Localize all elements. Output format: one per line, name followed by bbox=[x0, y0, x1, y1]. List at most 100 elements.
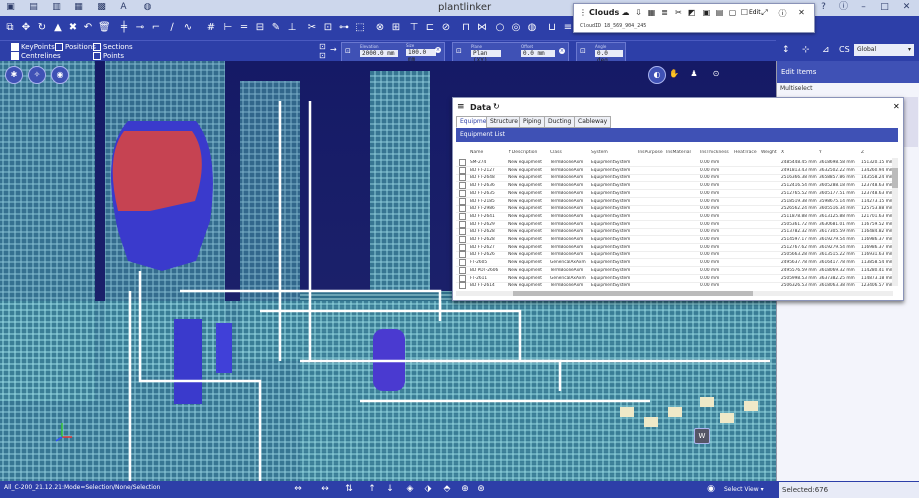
view-mode-icon[interactable]: ✱ bbox=[5, 66, 23, 84]
pipe-icon[interactable]: ═ bbox=[238, 22, 250, 34]
edit-checkbox-icon[interactable]: ☐ bbox=[740, 8, 749, 17]
tab-cableway[interactable]: Cableway bbox=[574, 116, 612, 128]
multiselect-mode[interactable]: Multiselect bbox=[780, 85, 813, 92]
checkbox-keypoints[interactable] bbox=[11, 43, 19, 51]
offset-clear-icon[interactable]: × bbox=[559, 48, 565, 54]
diamond-icon[interactable]: ◈ bbox=[405, 484, 415, 494]
row-checkbox[interactable] bbox=[459, 228, 466, 236]
picture-icon[interactable]: ▢ bbox=[728, 8, 737, 17]
cut-icon[interactable]: ✂ bbox=[306, 22, 318, 34]
checkbox-positions[interactable] bbox=[55, 43, 63, 51]
checkbox-sections[interactable] bbox=[93, 43, 101, 51]
warning-icon[interactable]: ▲ bbox=[52, 22, 64, 34]
col-y[interactable]: Y bbox=[819, 150, 822, 155]
toggle-positions[interactable]: Positions bbox=[55, 43, 96, 51]
row-checkbox[interactable] bbox=[459, 243, 466, 251]
col-z[interactable]: Z bbox=[861, 150, 864, 155]
info-icon[interactable]: ⓘ bbox=[838, 2, 849, 13]
lasso-icon[interactable]: ⊗ bbox=[374, 22, 386, 34]
plane-field[interactable]: ⊡ Plane Plan (XY) Offset 0.0 mm × bbox=[452, 42, 569, 64]
row-checkbox[interactable] bbox=[459, 266, 466, 274]
row-checkbox[interactable] bbox=[459, 182, 466, 190]
row-checkbox[interactable] bbox=[459, 236, 466, 243]
row-checkbox[interactable] bbox=[459, 205, 466, 213]
angle-field[interactable]: ⊡ Angle 0.0 deg bbox=[576, 42, 626, 64]
walk-icon[interactable]: ♟ bbox=[686, 66, 702, 82]
row-checkbox[interactable] bbox=[459, 282, 466, 289]
vertical-scroll-thumb[interactable] bbox=[892, 168, 898, 188]
row-checkbox[interactable] bbox=[459, 220, 466, 228]
tab-ducting[interactable]: Ducting bbox=[544, 116, 576, 128]
grid-view-icon[interactable]: ▦ bbox=[647, 8, 656, 17]
align-icon[interactable]: ⊥ bbox=[286, 22, 298, 34]
plane-snap-icon[interactable]: ⊿ bbox=[822, 45, 830, 55]
clipboard-icon[interactable]: ▦ bbox=[73, 2, 84, 13]
hamburger-icon[interactable]: ≡ bbox=[457, 102, 465, 112]
image-icon[interactable]: ▣ bbox=[702, 8, 711, 17]
row-checkbox[interactable] bbox=[459, 166, 466, 174]
tab-piping[interactable]: Piping bbox=[519, 116, 546, 128]
col-insmaterial[interactable]: InsMaterial bbox=[666, 150, 691, 155]
text-a-icon[interactable]: A bbox=[118, 2, 129, 13]
table-row[interactable]: BD FT-2614 New equipment TermBoolieAxm Equi… bbox=[456, 282, 893, 289]
move-icon[interactable]: ✥ bbox=[20, 22, 32, 34]
row-checkbox[interactable] bbox=[459, 212, 466, 220]
orbit-icon[interactable]: ⊙ bbox=[708, 66, 724, 82]
base-icon[interactable]: ⊔ bbox=[546, 22, 558, 34]
col-heattrace[interactable]: HeatTrace bbox=[734, 150, 757, 155]
col-system[interactable]: System bbox=[591, 150, 608, 155]
camera-icon[interactable]: ◐ bbox=[648, 66, 666, 84]
connect-icon[interactable]: ⊶ bbox=[338, 22, 350, 34]
table-vertical-scrollbar[interactable] bbox=[892, 158, 898, 286]
row-checkbox[interactable] bbox=[459, 159, 466, 166]
select-icon[interactable]: ⬚ bbox=[354, 22, 366, 34]
vertical-expand-icon[interactable]: ↕ bbox=[782, 45, 790, 55]
link-icon[interactable]: ⊡ bbox=[322, 22, 334, 34]
sort-icon[interactable]: ⇅ bbox=[344, 484, 354, 494]
toggle-points[interactable]: Points bbox=[93, 52, 124, 60]
maximize-icon[interactable]: □ bbox=[879, 2, 890, 13]
checkbox-centrelines[interactable] bbox=[11, 52, 19, 60]
info-circle-icon[interactable]: ⓘ bbox=[778, 8, 787, 19]
center-icon[interactable]: ⊕ bbox=[460, 484, 470, 494]
layer-up-icon[interactable]: ⊡ bbox=[319, 42, 326, 51]
delete-icon[interactable]: ✖ bbox=[67, 22, 79, 34]
edit-icon[interactable]: ✎ bbox=[270, 22, 282, 34]
cylinder-icon[interactable]: ◍ bbox=[526, 22, 538, 34]
refresh-icon[interactable]: ↻ bbox=[493, 102, 500, 111]
list-icon[interactable]: ▥ bbox=[51, 2, 62, 13]
nozzle-icon[interactable]: ⊓ bbox=[460, 22, 472, 34]
bend-icon[interactable]: ⌐ bbox=[150, 22, 162, 34]
row-checkbox[interactable] bbox=[459, 197, 466, 205]
select-view-dropdown[interactable]: Select View ▾ bbox=[724, 486, 764, 493]
rotate-icon[interactable]: ↻ bbox=[36, 22, 48, 34]
torus-icon[interactable]: ◎ bbox=[510, 22, 522, 34]
size-clear-icon[interactable]: × bbox=[435, 47, 441, 53]
layers-icon[interactable]: ≣ bbox=[660, 8, 669, 17]
elbow-icon[interactable]: ⊏ bbox=[424, 22, 436, 34]
col-description[interactable]: ↑Description bbox=[508, 150, 537, 155]
minimize-icon[interactable]: – bbox=[858, 2, 869, 13]
horizontal-icon[interactable]: ↔ bbox=[320, 484, 330, 494]
col-class[interactable]: Class bbox=[550, 150, 562, 155]
col-name[interactable]: Name bbox=[470, 150, 483, 155]
split-icon[interactable]: ⊟ bbox=[254, 22, 266, 34]
flip-v-icon[interactable]: ⬘ bbox=[442, 484, 452, 494]
grid-snap-icon[interactable]: # bbox=[205, 22, 217, 34]
document-icon[interactable]: ▤ bbox=[28, 2, 39, 13]
circle-icon[interactable]: ○ bbox=[494, 22, 506, 34]
pipe-route-icon[interactable]: ╪ bbox=[118, 22, 130, 34]
row-checkbox[interactable] bbox=[459, 189, 466, 197]
close-data-icon[interactable]: ✕ bbox=[893, 102, 900, 111]
expand-icon[interactable]: ⤢ bbox=[760, 8, 769, 18]
help-icon[interactable]: ? bbox=[818, 2, 829, 13]
render-mode-icon[interactable]: ✧ bbox=[28, 66, 46, 84]
tee-icon[interactable]: ⊤ bbox=[408, 22, 420, 34]
target-icon[interactable]: ⊛ bbox=[476, 484, 486, 494]
horizontal-scroll-thumb[interactable] bbox=[513, 291, 753, 296]
slope-icon[interactable]: ∕ bbox=[166, 22, 178, 34]
copy-icon[interactable]: ⧉ bbox=[4, 22, 16, 34]
scissors-icon[interactable]: ✂ bbox=[674, 8, 683, 17]
database-icon[interactable]: ◍ bbox=[142, 2, 153, 13]
col-weight[interactable]: Weight bbox=[761, 150, 777, 155]
